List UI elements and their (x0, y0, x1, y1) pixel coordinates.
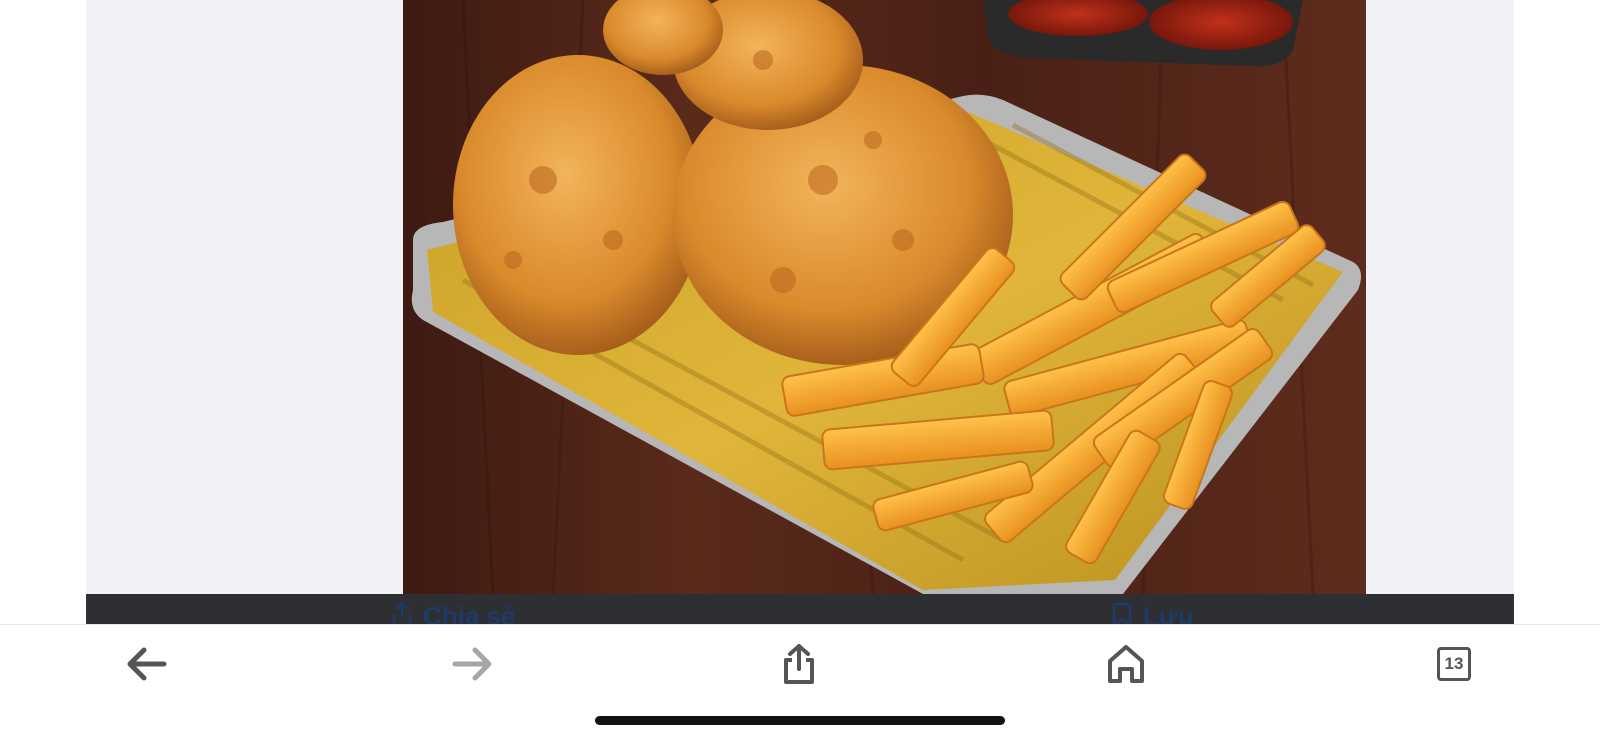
share-label: Chia sẻ (423, 601, 516, 624)
tabs-button[interactable]: 13 (1424, 639, 1484, 689)
home-icon (1108, 645, 1144, 683)
arrow-right-icon (452, 647, 492, 681)
arrow-left-icon (127, 647, 167, 681)
bookmark-icon (1112, 602, 1132, 624)
tab-count-badge: 13 (1437, 647, 1471, 681)
fried-chicken-photo (403, 0, 1366, 594)
forward-button[interactable] (443, 639, 503, 689)
home-button[interactable] (1096, 639, 1156, 689)
post-content-panel (86, 0, 1514, 624)
post-photo[interactable] (403, 0, 1366, 594)
save-post-button[interactable]: Lưu (1111, 601, 1194, 624)
post-action-bar: Chia sẻ Lưu (86, 594, 1514, 624)
back-button[interactable] (116, 639, 176, 689)
share-icon (392, 601, 412, 624)
share-page-button[interactable] (769, 639, 829, 689)
share-icon (784, 644, 814, 684)
web-viewport: Chia sẻ Lưu (0, 0, 1600, 624)
share-post-button[interactable]: Chia sẻ (391, 601, 516, 624)
home-indicator-bar (595, 716, 1005, 725)
save-label: Lưu (1143, 601, 1194, 624)
